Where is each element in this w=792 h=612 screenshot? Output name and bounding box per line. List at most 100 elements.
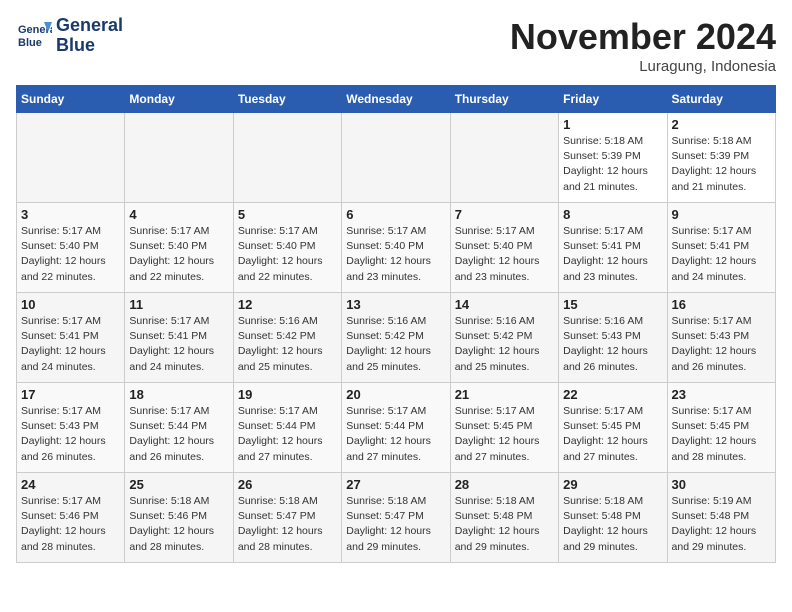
day-number: 5 bbox=[238, 207, 337, 222]
header-tuesday: Tuesday bbox=[233, 86, 341, 113]
day-info: Sunrise: 5:18 AM Sunset: 5:46 PM Dayligh… bbox=[129, 494, 228, 555]
day-number: 14 bbox=[455, 297, 554, 312]
day-number: 2 bbox=[672, 117, 771, 132]
day-info: Sunrise: 5:17 AM Sunset: 5:40 PM Dayligh… bbox=[21, 224, 120, 285]
table-row: 26 Sunrise: 5:18 AM Sunset: 5:47 PM Dayli… bbox=[233, 473, 341, 563]
day-number: 17 bbox=[21, 387, 120, 402]
table-row: 4 Sunrise: 5:17 AM Sunset: 5:40 PM Daylig… bbox=[125, 203, 233, 293]
table-row: 11 Sunrise: 5:17 AM Sunset: 5:41 PM Dayli… bbox=[125, 293, 233, 383]
day-info: Sunrise: 5:17 AM Sunset: 5:41 PM Dayligh… bbox=[672, 224, 771, 285]
table-row: 22 Sunrise: 5:17 AM Sunset: 5:45 PM Dayli… bbox=[559, 383, 667, 473]
day-info: Sunrise: 5:17 AM Sunset: 5:43 PM Dayligh… bbox=[672, 314, 771, 375]
table-row bbox=[342, 113, 450, 203]
day-number: 10 bbox=[21, 297, 120, 312]
day-info: Sunrise: 5:18 AM Sunset: 5:39 PM Dayligh… bbox=[563, 134, 662, 195]
month-title: November 2024 bbox=[510, 16, 776, 58]
table-row bbox=[450, 113, 558, 203]
table-row: 16 Sunrise: 5:17 AM Sunset: 5:43 PM Dayli… bbox=[667, 293, 775, 383]
calendar-week-row: 1 Sunrise: 5:18 AM Sunset: 5:39 PM Daylig… bbox=[17, 113, 776, 203]
table-row: 29Sunrise: 5:18 AM Sunset: 5:48 PM Dayli… bbox=[559, 473, 667, 563]
calendar-week-row: 10 Sunrise: 5:17 AM Sunset: 5:41 PM Dayli… bbox=[17, 293, 776, 383]
table-row: 30 Sunrise: 5:19 AM Sunset: 5:48 PM Dayli… bbox=[667, 473, 775, 563]
day-number: 7 bbox=[455, 207, 554, 222]
day-info: Sunrise: 5:17 AM Sunset: 5:46 PM Dayligh… bbox=[21, 494, 120, 555]
day-number: 4 bbox=[129, 207, 228, 222]
svg-text:Blue: Blue bbox=[18, 37, 42, 49]
table-row: 14 Sunrise: 5:16 AM Sunset: 5:42 PM Dayli… bbox=[450, 293, 558, 383]
day-number: 22 bbox=[563, 387, 662, 402]
day-info: Sunrise: 5:17 AM Sunset: 5:41 PM Dayligh… bbox=[563, 224, 662, 285]
day-info: Sunrise: 5:16 AM Sunset: 5:42 PM Dayligh… bbox=[238, 314, 337, 375]
day-number: 1 bbox=[563, 117, 662, 132]
day-number: 21 bbox=[455, 387, 554, 402]
calendar-week-row: 17 Sunrise: 5:17 AM Sunset: 5:43 PM Dayli… bbox=[17, 383, 776, 473]
table-row: 28Sunrise: 5:18 AM Sunset: 5:48 PM Dayli… bbox=[450, 473, 558, 563]
day-info: Sunrise: 5:17 AM Sunset: 5:44 PM Dayligh… bbox=[238, 404, 337, 465]
day-info: Sunrise: 5:17 AM Sunset: 5:41 PM Dayligh… bbox=[21, 314, 120, 375]
day-info: Sunrise: 5:17 AM Sunset: 5:44 PM Dayligh… bbox=[346, 404, 445, 465]
day-number: 16 bbox=[672, 297, 771, 312]
table-row: 24 Sunrise: 5:17 AM Sunset: 5:46 PM Dayli… bbox=[17, 473, 125, 563]
day-number: 26 bbox=[238, 477, 337, 492]
table-row: 21 Sunrise: 5:17 AM Sunset: 5:45 PM Dayli… bbox=[450, 383, 558, 473]
table-row: 15Sunrise: 5:16 AM Sunset: 5:43 PM Dayli… bbox=[559, 293, 667, 383]
day-number: 8 bbox=[563, 207, 662, 222]
day-number: 25 bbox=[129, 477, 228, 492]
table-row: 3 Sunrise: 5:17 AM Sunset: 5:40 PM Daylig… bbox=[17, 203, 125, 293]
day-number: 13 bbox=[346, 297, 445, 312]
calendar-week-row: 3 Sunrise: 5:17 AM Sunset: 5:40 PM Daylig… bbox=[17, 203, 776, 293]
table-row: 2 Sunrise: 5:18 AM Sunset: 5:39 PM Daylig… bbox=[667, 113, 775, 203]
calendar-week-row: 24 Sunrise: 5:17 AM Sunset: 5:46 PM Dayli… bbox=[17, 473, 776, 563]
logo-icon: General Blue bbox=[16, 18, 52, 54]
table-row: 12 Sunrise: 5:16 AM Sunset: 5:42 PM Dayli… bbox=[233, 293, 341, 383]
day-number: 11 bbox=[129, 297, 228, 312]
day-info: Sunrise: 5:17 AM Sunset: 5:45 PM Dayligh… bbox=[563, 404, 662, 465]
location: Luragung, Indonesia bbox=[510, 58, 776, 75]
day-info: Sunrise: 5:18 AM Sunset: 5:39 PM Dayligh… bbox=[672, 134, 771, 195]
day-number: 9 bbox=[672, 207, 771, 222]
day-number: 20 bbox=[346, 387, 445, 402]
calendar-header-row: Sunday Monday Tuesday Wednesday Thursday… bbox=[17, 86, 776, 113]
day-number: 3 bbox=[21, 207, 120, 222]
table-row bbox=[17, 113, 125, 203]
logo: General Blue GeneralBlue bbox=[16, 16, 123, 56]
day-info: Sunrise: 5:17 AM Sunset: 5:45 PM Dayligh… bbox=[672, 404, 771, 465]
table-row: 5Sunrise: 5:17 AM Sunset: 5:40 PM Daylig… bbox=[233, 203, 341, 293]
day-info: Sunrise: 5:19 AM Sunset: 5:48 PM Dayligh… bbox=[672, 494, 771, 555]
title-block: November 2024 Luragung, Indonesia bbox=[510, 16, 776, 75]
day-info: Sunrise: 5:18 AM Sunset: 5:47 PM Dayligh… bbox=[238, 494, 337, 555]
day-number: 30 bbox=[672, 477, 771, 492]
day-info: Sunrise: 5:18 AM Sunset: 5:47 PM Dayligh… bbox=[346, 494, 445, 555]
table-row: 25 Sunrise: 5:18 AM Sunset: 5:46 PM Dayli… bbox=[125, 473, 233, 563]
day-info: Sunrise: 5:17 AM Sunset: 5:43 PM Dayligh… bbox=[21, 404, 120, 465]
day-info: Sunrise: 5:17 AM Sunset: 5:44 PM Dayligh… bbox=[129, 404, 228, 465]
day-number: 15 bbox=[563, 297, 662, 312]
day-info: Sunrise: 5:18 AM Sunset: 5:48 PM Dayligh… bbox=[455, 494, 554, 555]
day-info: Sunrise: 5:17 AM Sunset: 5:40 PM Dayligh… bbox=[129, 224, 228, 285]
day-info: Sunrise: 5:17 AM Sunset: 5:41 PM Dayligh… bbox=[129, 314, 228, 375]
day-number: 18 bbox=[129, 387, 228, 402]
header-saturday: Saturday bbox=[667, 86, 775, 113]
day-number: 24 bbox=[21, 477, 120, 492]
day-info: Sunrise: 5:16 AM Sunset: 5:42 PM Dayligh… bbox=[455, 314, 554, 375]
day-info: Sunrise: 5:17 AM Sunset: 5:40 PM Dayligh… bbox=[346, 224, 445, 285]
table-row bbox=[233, 113, 341, 203]
table-row: 20 Sunrise: 5:17 AM Sunset: 5:44 PM Dayli… bbox=[342, 383, 450, 473]
table-row: 23Sunrise: 5:17 AM Sunset: 5:45 PM Dayli… bbox=[667, 383, 775, 473]
table-row: 18 Sunrise: 5:17 AM Sunset: 5:44 PM Dayli… bbox=[125, 383, 233, 473]
table-row: 10 Sunrise: 5:17 AM Sunset: 5:41 PM Dayli… bbox=[17, 293, 125, 383]
table-row: 17 Sunrise: 5:17 AM Sunset: 5:43 PM Dayli… bbox=[17, 383, 125, 473]
page-header: General Blue GeneralBlue November 2024 L… bbox=[16, 16, 776, 75]
day-number: 29 bbox=[563, 477, 662, 492]
table-row: 13 Sunrise: 5:16 AM Sunset: 5:42 PM Dayli… bbox=[342, 293, 450, 383]
day-number: 27 bbox=[346, 477, 445, 492]
day-info: Sunrise: 5:17 AM Sunset: 5:45 PM Dayligh… bbox=[455, 404, 554, 465]
header-sunday: Sunday bbox=[17, 86, 125, 113]
table-row: 6Sunrise: 5:17 AM Sunset: 5:40 PM Daylig… bbox=[342, 203, 450, 293]
table-row: 8 Sunrise: 5:17 AM Sunset: 5:41 PM Daylig… bbox=[559, 203, 667, 293]
day-info: Sunrise: 5:16 AM Sunset: 5:42 PM Dayligh… bbox=[346, 314, 445, 375]
calendar-table: Sunday Monday Tuesday Wednesday Thursday… bbox=[16, 85, 776, 563]
day-number: 12 bbox=[238, 297, 337, 312]
header-friday: Friday bbox=[559, 86, 667, 113]
day-info: Sunrise: 5:17 AM Sunset: 5:40 PM Dayligh… bbox=[455, 224, 554, 285]
